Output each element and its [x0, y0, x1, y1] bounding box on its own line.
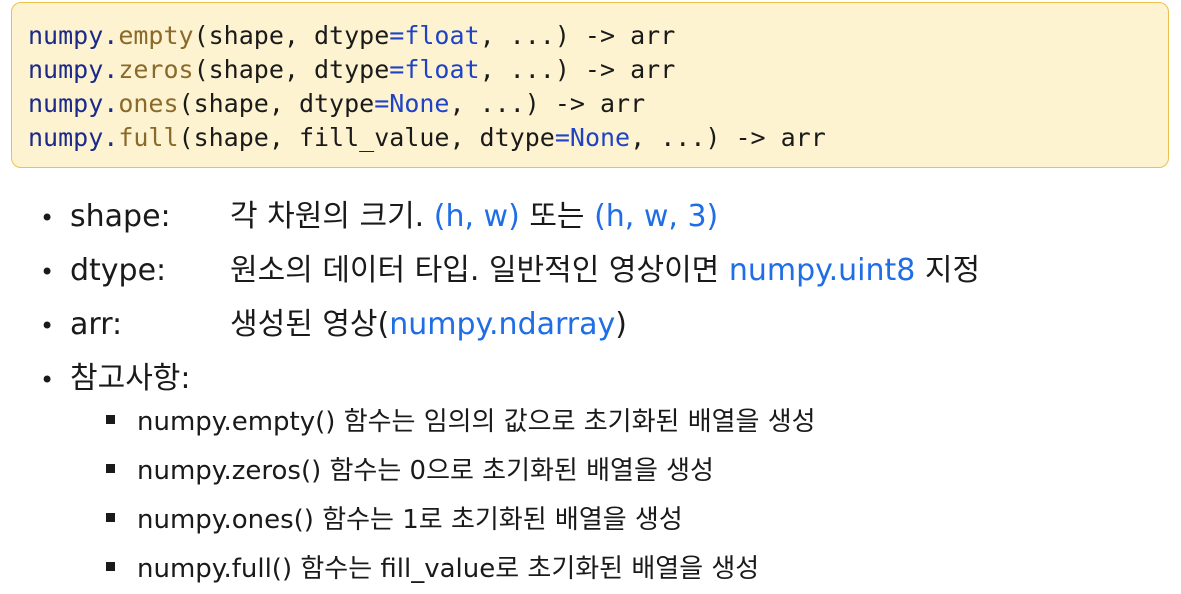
bullet-dot: •: [40, 204, 55, 232]
code-params: (shape, fill_value, dtype: [178, 123, 555, 152]
square-bullet-icon: [106, 464, 115, 473]
note-text: numpy.ones() 함수는 1로 초기화된 배열을 생성: [137, 505, 683, 535]
param-highlight: numpy.ndarray: [389, 307, 616, 342]
bullet-dot: •: [40, 312, 55, 340]
param-arr: • arr: 생성된 영상(numpy.ndarray): [40, 298, 980, 352]
bullet-dot: •: [40, 366, 55, 394]
code-line-zeros: numpy.zeros(shape, dtype=float, ...) -> …: [28, 53, 1168, 87]
code-rest: , ...) -> arr: [630, 123, 826, 152]
param-dtype: • dtype: 원소의 데이터 타입. 일반적인 영상이면 numpy.uint8…: [40, 244, 980, 298]
code-default-value: float: [404, 21, 480, 50]
code-function-name: empty: [118, 21, 194, 50]
square-bullet-icon: [106, 562, 115, 571]
code-params: (shape, dtype: [193, 21, 390, 50]
code-params: (shape, dtype: [193, 55, 390, 84]
note-item: numpy.empty() 함수는 임의의 값으로 초기화된 배열을 생성: [106, 398, 816, 447]
code-line-full: numpy.full(shape, fill_value, dtype=None…: [28, 121, 1168, 155]
code-operator: =: [389, 55, 405, 84]
code-operator: =: [374, 89, 390, 118]
note-text: numpy.empty() 함수는 임의의 값으로 초기화된 배열을 생성: [137, 407, 816, 437]
code-module: numpy.: [28, 55, 119, 84]
code-default-value: None: [569, 123, 631, 152]
code-module: numpy.: [28, 21, 119, 50]
param-highlight-2: (h, w, 3): [594, 199, 719, 234]
param-desc-mid: ): [615, 307, 627, 342]
code-rest: , ...) -> arr: [479, 21, 676, 50]
notes-list: numpy.empty() 함수는 임의의 값으로 초기화된 배열을 생성 nu…: [106, 398, 816, 594]
note-item: numpy.zeros() 함수는 0으로 초기화된 배열을 생성: [106, 447, 816, 496]
note-item: numpy.full() 함수는 fill_value로 초기화된 배열을 생성: [106, 545, 816, 594]
code-rest: , ...) -> arr: [449, 89, 646, 118]
square-bullet-icon: [106, 513, 115, 522]
note-text: numpy.full() 함수는 fill_value로 초기화된 배열을 생성: [137, 554, 760, 584]
code-operator: =: [554, 123, 570, 152]
param-desc: 각 차원의 크기.: [230, 199, 434, 234]
param-key: dtype:: [70, 253, 167, 288]
code-default-value: None: [389, 89, 450, 118]
parameter-list: • shape: 각 차원의 크기. (h, w) 또는 (h, w, 3) • dt…: [40, 190, 980, 406]
code-module: numpy.: [28, 123, 119, 152]
param-highlight: numpy.uint8: [728, 253, 916, 288]
notes-heading: 참고사항:: [70, 361, 191, 396]
code-function-name: full: [118, 123, 179, 152]
code-module: numpy.: [28, 89, 119, 118]
note-item: numpy.ones() 함수는 1로 초기화된 배열을 생성: [106, 496, 816, 545]
code-rest: , ...) -> arr: [479, 55, 676, 84]
code-line-ones: numpy.ones(shape, dtype=None, ...) -> ar…: [28, 87, 1168, 121]
code-line-empty: numpy.empty(shape, dtype=float, ...) -> …: [28, 19, 1168, 53]
code-params: (shape, dtype: [178, 89, 375, 118]
param-desc: 생성된 영상(: [230, 307, 390, 342]
param-key: arr:: [70, 307, 123, 342]
square-bullet-icon: [106, 415, 115, 424]
bullet-dot: •: [40, 258, 55, 286]
note-text: numpy.zeros() 함수는 0으로 초기화된 배열을 생성: [137, 456, 714, 486]
param-shape: • shape: 각 차원의 크기. (h, w) 또는 (h, w, 3): [40, 190, 980, 244]
param-desc-mid: 지정: [915, 253, 981, 288]
code-function-name: zeros: [118, 55, 194, 84]
param-highlight: (h, w): [433, 199, 520, 234]
code-function-name: ones: [118, 89, 179, 118]
param-key: shape:: [70, 199, 171, 234]
code-signature-box: numpy.empty(shape, dtype=float, ...) -> …: [11, 2, 1169, 168]
code-operator: =: [389, 21, 405, 50]
param-desc: 원소의 데이터 타입. 일반적인 영상이면: [230, 253, 729, 288]
param-desc-mid: 또는: [519, 199, 595, 234]
code-default-value: float: [404, 55, 480, 84]
